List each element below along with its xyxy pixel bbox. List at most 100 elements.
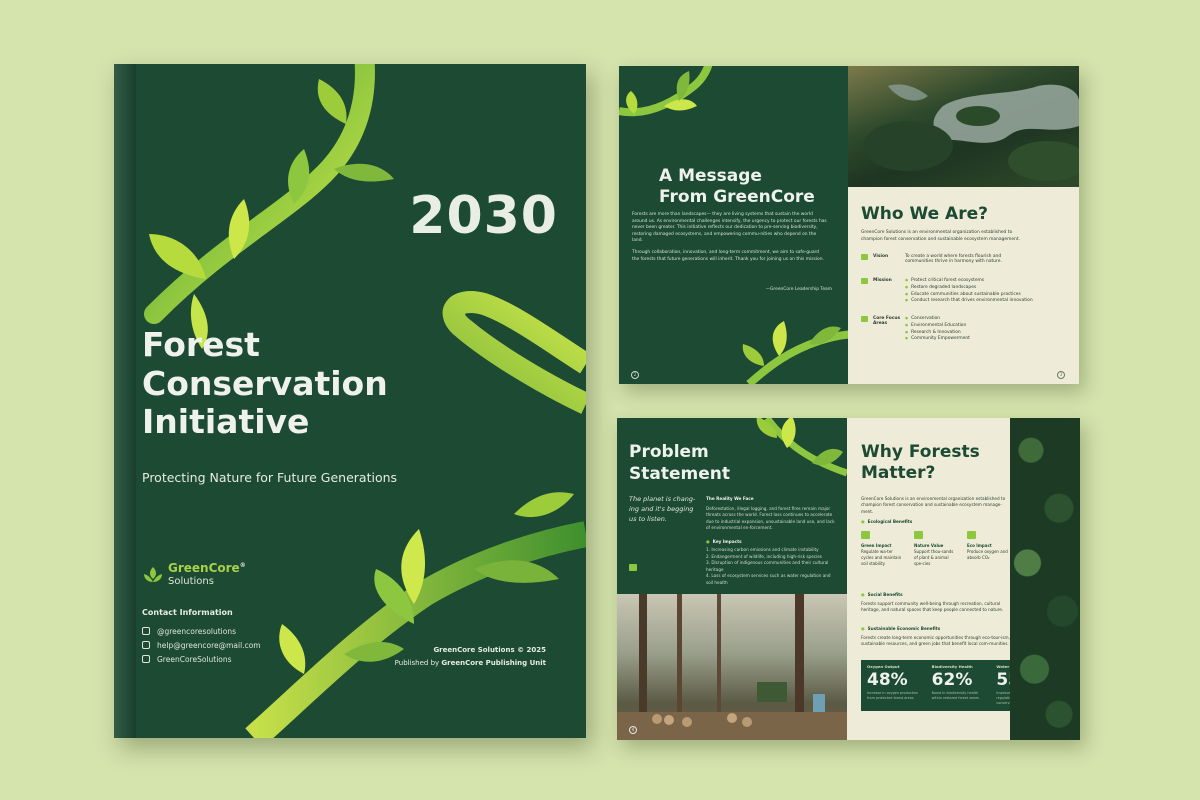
eco-item-text: Regulate wa-ter cycles and maintain soil… <box>861 549 902 566</box>
stat-card: Oxygen Output 48% Increase in oxygen produ… <box>867 664 932 707</box>
focus-row: Core Focus Areas Conservation Environmen… <box>861 316 970 343</box>
recycle-icon <box>967 531 976 539</box>
cover-year: 2030 <box>409 186 558 246</box>
social-text: Forests support community well-being thr… <box>861 601 1004 613</box>
economic-text: Forests create long-term economic opport… <box>861 635 1010 647</box>
list-item: Conservation <box>905 316 970 323</box>
page-why-forests-matter: Why Forests Matter? GreenCore Solutions … <box>847 418 1080 740</box>
why-title-line: Matter? <box>861 463 936 484</box>
logging-illustration <box>617 594 847 740</box>
mission-icon <box>861 278 868 284</box>
published-prefix: Published by <box>394 659 440 668</box>
eco-benefits: Green Impact Regulate wa-ter cycles and m… <box>861 531 1011 567</box>
message-title-line: From GreenCore <box>659 187 815 208</box>
stat-value: 48% <box>867 670 908 690</box>
who-we-are-title: Who We Are? <box>861 204 988 224</box>
message-title: A Message From GreenCore <box>659 166 815 209</box>
impacts-title: Key Impacts <box>706 539 838 546</box>
why-intro: GreenCore Solutions is an environmental … <box>861 496 1006 514</box>
brochure-cover: 2030 Forest Conservation Initiative Prot… <box>114 64 586 738</box>
page-problem-statement: Problem Statement The planet is chang-in… <box>617 418 847 740</box>
spread-problem-why-forests: Problem Statement The planet is chang-in… <box>617 418 1080 740</box>
stat-desc: Boost in biodiversity health within rest… <box>931 691 979 700</box>
contact-list: @greencoresolutions help@greencore@mail.… <box>142 624 261 666</box>
page-message: A Message From GreenCore Forests are mor… <box>619 66 848 384</box>
eco-item-text: Produce oxygen and absorb CO₂ <box>967 549 1008 560</box>
page-number: 4 <box>629 726 637 734</box>
leaf-badge-icon <box>629 564 637 571</box>
problem-title-line: Statement <box>629 463 730 484</box>
lake-illustration <box>863 84 1079 181</box>
contact-row: help@greencore@mail.com <box>142 638 261 652</box>
vision-label: Vision <box>873 254 889 259</box>
leaf-logo-icon <box>144 566 162 582</box>
cover-subtitle: Protecting Nature for Future Generations <box>142 470 398 485</box>
stat-card: Biodiversity Health 62% Boost in biodivers… <box>932 664 997 707</box>
eco-item: Nature Value Support thou-sands of plant … <box>914 531 958 567</box>
vision-icon <box>861 254 868 260</box>
logo-tagline: Solutions <box>168 576 214 587</box>
logo-registered-mark: ® <box>239 562 246 569</box>
cover-title-line: Forest <box>142 325 260 364</box>
reality-title: The Reality We Face <box>706 496 754 501</box>
list-item: Environmental Education <box>905 323 970 330</box>
cover-title: Forest Conservation Initiative <box>142 325 542 442</box>
list-item: 3. Disruption of indigenous communities … <box>706 560 829 572</box>
focus-icon <box>861 316 868 322</box>
copyright: GreenCore Solutions © 2025 <box>433 646 546 654</box>
page-number: 3 <box>1057 371 1065 379</box>
mail-icon <box>142 641 150 649</box>
eco-item-text: Support thou-sands of plant & animal spe… <box>914 549 954 566</box>
eco-item: Eco Impact Produce oxygen and absorb CO₂ <box>967 531 1011 567</box>
focus-list: Conservation Environmental Education Res… <box>905 316 970 343</box>
message-title-line: A Message <box>659 166 762 186</box>
contact-row: @greencoresolutions <box>142 624 261 638</box>
cover-title-line: Conservation <box>142 363 388 403</box>
contact-text: help@greencore@mail.com <box>157 640 261 650</box>
problem-quote: The planet is chang-ing and it's begging… <box>629 495 696 524</box>
vision-text: To create a world where forests flourish… <box>905 254 1002 264</box>
vision-row: Vision To create a world where forests f… <box>861 254 1017 264</box>
contact-row: GreenCoreSolutions <box>142 652 261 666</box>
reality-text: Deforestation, illegal logging, and fore… <box>706 505 835 531</box>
contact-heading: Contact Information <box>142 608 233 617</box>
stat-desc: Increase in oxygen production from prote… <box>867 691 919 700</box>
facebook-icon <box>142 655 150 663</box>
eco-item: Green Impact Regulate wa-ter cycles and m… <box>861 531 905 567</box>
list-item: Restore degraded landscapes <box>905 285 1033 292</box>
mission-list: Protect critical forest ecosystems Resto… <box>905 278 1033 305</box>
logo-text: GreenCore® Solutions <box>168 562 246 587</box>
mission-label: Mission <box>873 278 892 283</box>
eco-heading: Ecological Benefits <box>861 519 913 524</box>
problem-title: Problem Statement <box>629 442 730 486</box>
list-item: 1. Increasing carbon emissions and clima… <box>706 547 819 552</box>
list-item: Community Empowerment <box>905 336 970 343</box>
social-heading: Social Benefits <box>861 592 903 597</box>
stat-value: 62% <box>931 670 973 690</box>
economic-heading: Sustainable Economic Benefits <box>861 626 941 631</box>
message-paragraph: Forests are more than landscapes— they a… <box>632 212 827 244</box>
list-item: 4. Loss of ecosystem services such as wa… <box>706 573 831 585</box>
contact-text: GreenCoreSolutions <box>157 654 232 664</box>
publisher-name: GreenCore Publishing Unit <box>441 659 546 668</box>
leaf-icon <box>861 531 870 539</box>
publisher-info: GreenCore Solutions © 2025 Published by … <box>395 644 546 671</box>
globe-icon <box>914 531 923 539</box>
page-who-we-are: Who We Are? GreenCore Solutions is an en… <box>848 66 1079 384</box>
instagram-icon <box>142 627 150 635</box>
logo-name: GreenCore <box>168 561 240 575</box>
list-item: Conduct research that drives environment… <box>905 298 1033 305</box>
spread-message-who-we-are: A Message From GreenCore Forests are mor… <box>619 66 1079 384</box>
deforestation-photo: 4 <box>617 594 847 740</box>
why-forests-title: Why Forests Matter? <box>861 442 980 485</box>
page-number: 2 <box>631 371 639 379</box>
problem-details: The Reality We Face Deforestation, illeg… <box>706 496 838 586</box>
contact-text: @greencoresolutions <box>157 626 237 636</box>
forest-canopy-photo <box>1010 418 1080 740</box>
why-title-line: Why Forests <box>861 442 980 462</box>
mission-row: Mission Protect critical forest ecosyste… <box>861 278 1033 305</box>
who-we-are-intro: GreenCore Solutions is an environmental … <box>861 230 1020 242</box>
problem-title-line: Problem <box>629 442 709 462</box>
greencore-logo: GreenCore® Solutions <box>142 562 246 587</box>
message-paragraph: Through collaboration, innovation, and l… <box>632 250 824 262</box>
